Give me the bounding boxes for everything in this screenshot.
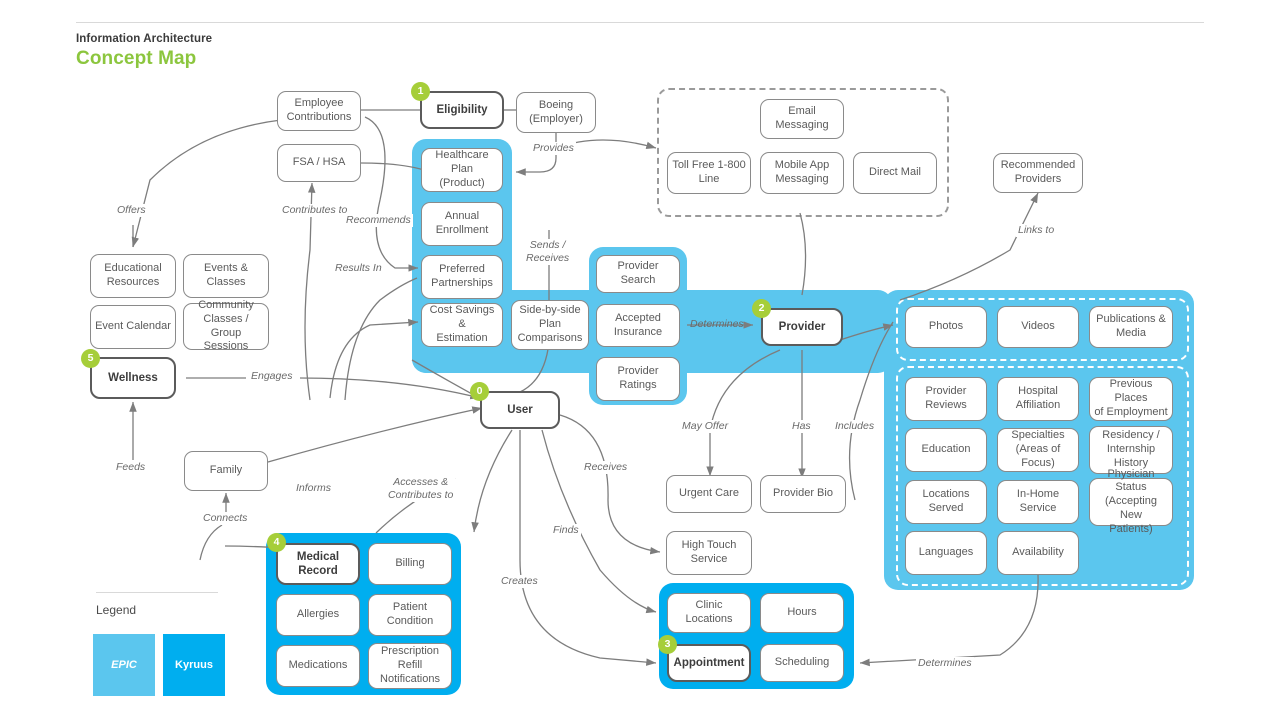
node-patient-condition[interactable]: Patient Condition — [368, 594, 452, 636]
node-scheduling[interactable]: Scheduling — [760, 644, 844, 682]
edge-label-includes: Includes — [833, 420, 877, 434]
edge-label-finds: Finds — [551, 524, 581, 538]
node-medical-record[interactable]: Medical Record — [276, 543, 360, 585]
node-high-touch-service[interactable]: High Touch Service — [666, 531, 752, 575]
node-wellness[interactable]: Wellness — [90, 357, 176, 399]
edge-label-may-offer: May Offer — [680, 420, 731, 434]
node-employee-contributions[interactable]: Employee Contributions — [277, 91, 361, 131]
node-availability[interactable]: Availability — [997, 531, 1079, 575]
node-medications[interactable]: Medications — [276, 645, 360, 687]
node-previous-places-of-employment[interactable]: Previous Places of Employment — [1089, 377, 1173, 421]
node-boeing-employer[interactable]: Boeing (Employer) — [516, 92, 596, 133]
edge-label-feeds: Feeds — [114, 461, 148, 475]
node-education[interactable]: Education — [905, 428, 987, 472]
edge-label-links-to: Links to — [1016, 224, 1057, 238]
node-provider-search[interactable]: Provider Search — [596, 255, 680, 293]
edge-label-contributes-to: Contributes to — [280, 204, 350, 218]
edge-label-informs: Informs — [294, 482, 334, 496]
node-side-by-side-plan-comparisons[interactable]: Side-by-side Plan Comparisons — [511, 300, 589, 350]
edge-label-connects: Connects — [201, 512, 250, 526]
edge-label-accesses-contributes: Accesses & Contributes to — [386, 476, 456, 503]
legend-divider — [96, 592, 218, 593]
node-cost-savings-estimation[interactable]: Cost Savings & Estimation — [421, 303, 503, 347]
node-provider-reviews[interactable]: Provider Reviews — [905, 377, 987, 421]
node-event-calendar[interactable]: Event Calendar — [90, 305, 176, 349]
badge-3: 3 — [658, 635, 677, 654]
edge-label-determines-scheduling: Determines — [916, 657, 974, 671]
node-accepted-insurance[interactable]: Accepted Insurance — [596, 304, 680, 347]
node-educational-resources[interactable]: Educational Resources — [90, 254, 176, 298]
node-preferred-partnerships[interactable]: Preferred Partnerships — [421, 255, 503, 299]
legend-swatch-kyruus: Kyruus — [163, 634, 225, 696]
node-fsa-hsa[interactable]: FSA / HSA — [277, 144, 361, 182]
node-allergies[interactable]: Allergies — [276, 594, 360, 636]
node-events-classes[interactable]: Events & Classes — [183, 254, 269, 298]
node-eligibility[interactable]: Eligibility — [420, 91, 504, 129]
node-prescription-refill-notifications[interactable]: Prescription Refill Notifications — [368, 643, 452, 689]
legend-title: Legend — [96, 603, 137, 617]
node-physician-status[interactable]: Physician Status(Accepting NewPatients) — [1089, 468, 1173, 535]
node-appointment[interactable]: Appointment — [667, 644, 751, 682]
node-family[interactable]: Family — [184, 451, 268, 491]
node-recommended-providers[interactable]: Recommended Providers — [993, 153, 1083, 193]
edge-label-determines-provider: Determines — [690, 318, 744, 330]
node-email-messaging[interactable]: Email Messaging — [760, 99, 844, 139]
badge-4: 4 — [267, 533, 286, 552]
edge-label-results-in: Results In — [333, 262, 384, 276]
node-locations-served[interactable]: Locations Served — [905, 480, 987, 524]
edge-label-has: Has — [790, 420, 813, 434]
node-hospital-affiliation[interactable]: Hospital Affiliation — [997, 377, 1079, 421]
node-healthcare-plan[interactable]: Healthcare Plan (Product) — [421, 148, 503, 192]
node-provider-ratings[interactable]: Provider Ratings — [596, 357, 680, 401]
edge-label-provides: Provides — [531, 142, 576, 156]
node-user[interactable]: User — [480, 391, 560, 429]
edge-label-sends-receives: Sends / Receives — [524, 239, 572, 266]
node-provider-bio[interactable]: Provider Bio — [760, 475, 846, 513]
edge-label-recommends: Recommends — [344, 214, 413, 228]
node-direct-mail[interactable]: Direct Mail — [853, 152, 937, 194]
node-annual-enrollment[interactable]: Annual Enrollment — [421, 202, 503, 246]
badge-1: 1 — [411, 82, 430, 101]
node-toll-free-line[interactable]: Toll Free 1-800 Line — [667, 152, 751, 194]
node-urgent-care[interactable]: Urgent Care — [666, 475, 752, 513]
node-photos[interactable]: Photos — [905, 306, 987, 348]
badge-0: 0 — [470, 382, 489, 401]
node-provider[interactable]: Provider — [761, 308, 843, 346]
node-mobile-app-messaging[interactable]: Mobile App Messaging — [760, 152, 844, 194]
node-hours[interactable]: Hours — [760, 593, 844, 633]
node-community-classes[interactable]: Community Classes / Group Sessions — [183, 299, 269, 352]
concept-map-page: Information Architecture Concept Map Emp… — [0, 0, 1280, 720]
node-videos[interactable]: Videos — [997, 306, 1079, 348]
badge-5: 5 — [81, 349, 100, 368]
legend-swatch-epic: EPIC — [93, 634, 155, 696]
edge-label-engages: Engages — [249, 370, 295, 384]
badge-2: 2 — [752, 299, 771, 318]
edge-label-creates: Creates — [499, 575, 540, 589]
edge-label-offers: Offers — [115, 204, 148, 218]
node-clinic-locations[interactable]: Clinic Locations — [667, 593, 751, 633]
node-languages[interactable]: Languages — [905, 531, 987, 575]
node-billing[interactable]: Billing — [368, 543, 452, 585]
edge-label-receives: Receives — [582, 461, 630, 475]
node-specialties[interactable]: Specialties (Areas of Focus) — [997, 428, 1079, 472]
node-publications-media[interactable]: Publications & Media — [1089, 306, 1173, 348]
node-in-home-service[interactable]: In-Home Service — [997, 480, 1079, 524]
